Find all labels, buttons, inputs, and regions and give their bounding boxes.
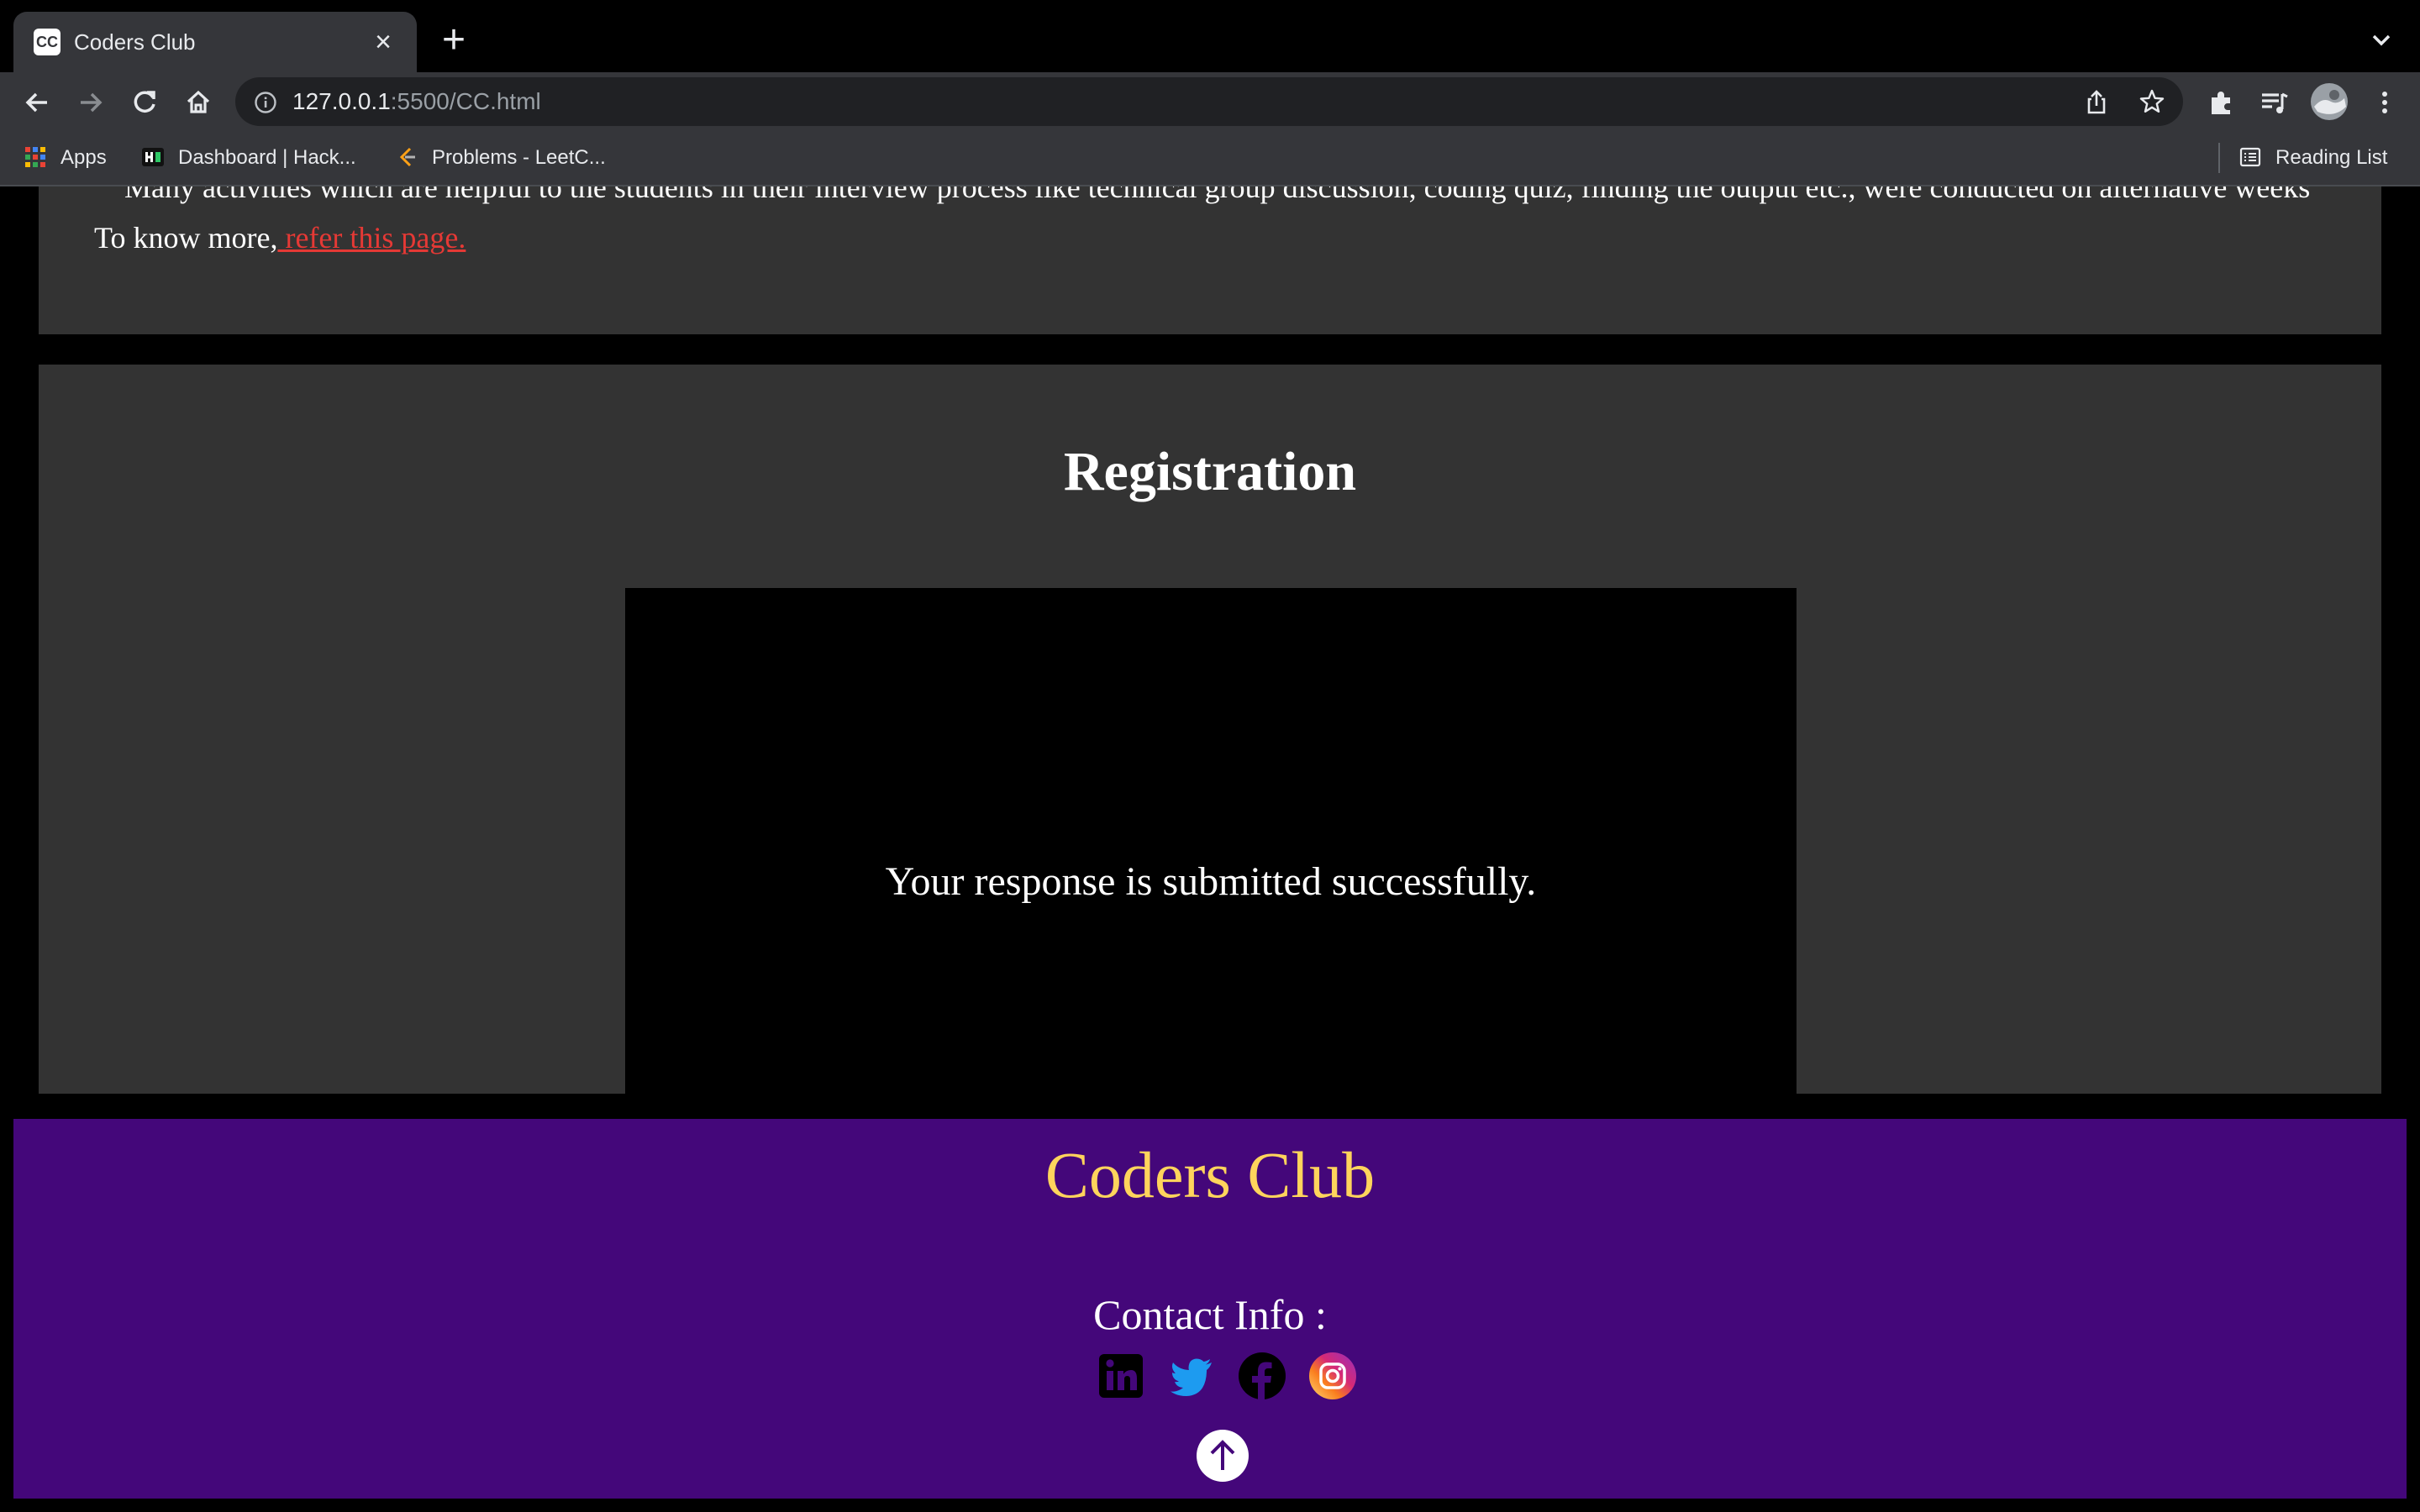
tab-search-chevron-icon[interactable] [2365,24,2398,57]
address-bar[interactable]: 127.0.0.1:5500/CC.html [235,77,2183,126]
leetcode-icon [399,147,415,166]
footer: Coders Club Contact Info : [13,1119,2407,1499]
registration-section: Registration Your response is submitted … [39,365,2381,1094]
reading-list-icon [2239,147,2261,166]
activities-paragraph: Many activities which are helpful to the… [124,186,2311,204]
bookmarks-bar: Apps Dashboard | Hack... Problems - Leet… [0,131,2420,186]
url-path: :5500/CC.html [390,88,541,114]
bookmark-label: Apps [60,146,107,169]
registration-form-frame[interactable]: Your response is submitted successfully. [625,588,1797,1094]
submission-success-message: Your response is submitted successfully. [885,859,1537,904]
about-section: Many activities which are helpful to the… [39,186,2381,334]
facebook-icon[interactable] [1237,1351,1287,1401]
instagram-icon[interactable] [1307,1351,1358,1401]
url-text[interactable]: 127.0.0.1:5500/CC.html [292,87,541,116]
page-viewport[interactable]: Many activities which are helpful to the… [0,186,2420,1512]
close-tab-icon[interactable]: × [366,25,400,59]
coders-club-favicon-icon: CC [34,29,60,55]
bookmark-leetcode[interactable]: Problems - LeetC... [395,143,606,173]
know-more-text: To know more, refer this page. [94,220,466,255]
know-more-prefix: To know more, [94,221,278,255]
forward-arrow-icon[interactable] [72,84,109,121]
bookmark-star-icon[interactable] [2138,87,2166,116]
home-icon[interactable] [180,84,217,121]
back-arrow-icon[interactable] [18,84,55,121]
extensions-puzzle-icon[interactable] [2203,84,2240,121]
reload-icon[interactable] [126,84,163,121]
contact-info-label: Contact Info : [1093,1291,1327,1338]
social-links [1096,1351,1365,1401]
linkedin-icon[interactable] [1096,1351,1146,1401]
registration-title: Registration [1063,441,1357,502]
bookmark-label: Problems - LeetC... [432,146,606,169]
browser-tab-strip: CC Coders Club × + [0,0,2420,72]
site-info-icon[interactable] [254,91,277,114]
share-icon[interactable] [2082,87,2111,116]
browser-tab-active[interactable]: CC Coders Club × [13,12,417,72]
url-host: 127.0.0.1 [292,88,391,114]
apps-grid-icon [25,146,45,167]
bookmark-apps[interactable]: Apps [24,143,107,173]
new-tab-icon[interactable]: + [435,20,472,60]
media-queue-icon[interactable] [2255,84,2292,121]
twitter-icon[interactable] [1166,1351,1217,1401]
browser-toolbar: 127.0.0.1:5500/CC.html [0,72,2420,131]
scroll-to-top-arrow-icon[interactable] [1197,1430,1249,1482]
browser-menu-kebab-icon[interactable] [2366,84,2403,121]
bookmark-label: Dashboard | Hack... [178,146,356,169]
reading-list-button[interactable]: Reading List [2238,143,2387,173]
reading-list-label: Reading List [2275,146,2388,169]
tab-title: Coders Club [74,29,196,55]
bookmarks-separator [2218,143,2220,173]
footer-brand-title: Coders Club [1044,1138,1376,1211]
bookmark-hackerrank[interactable]: Dashboard | Hack... [141,143,356,173]
hackerrank-icon [142,147,164,166]
refer-page-link[interactable]: refer this page. [277,221,466,255]
profile-avatar-icon[interactable] [2309,81,2349,122]
